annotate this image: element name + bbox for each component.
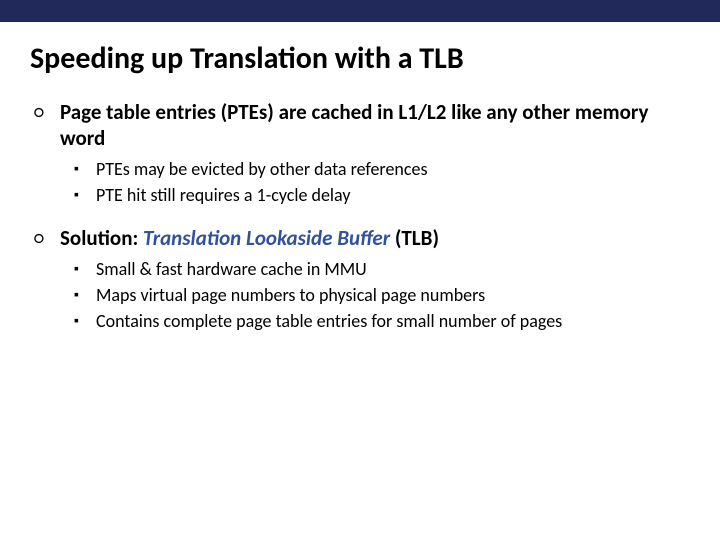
circle-bullet-icon: ○ — [34, 225, 60, 251]
sub-2-2-text: Maps virtual page numbers to physical pa… — [96, 283, 485, 307]
sub-2-2: ▪ Maps virtual page numbers to physical … — [74, 283, 690, 307]
bullet-list: ○ Page table entries (PTEs) are cached i… — [30, 99, 690, 151]
header-bar — [0, 0, 720, 22]
sub-1-1: ▪ PTEs may be evicted by other data refe… — [74, 157, 690, 181]
sub-1-2: ▪ PTE hit still requires a 1-cycle delay — [74, 183, 690, 207]
sub-2-1-text: Small & fast hardware cache in MMU — [96, 257, 367, 281]
square-bullet-icon: ▪ — [74, 283, 96, 307]
bullet-2-suffix: (TLB) — [390, 225, 439, 251]
slide-body: Speeding up Translation with a TLB ○ Pag… — [0, 22, 720, 333]
sub-2-3-text: Contains complete page table entries for… — [96, 309, 562, 333]
sub-1-2-text: PTE hit still requires a 1-cycle delay — [96, 183, 350, 207]
bullet-2-text: Solution: Translation Lookaside Buffer (… — [60, 225, 439, 251]
circle-bullet-icon: ○ — [34, 99, 60, 151]
slide-title: Speeding up Translation with a TLB — [30, 40, 690, 77]
bullet-list-2: ○ Solution: Translation Lookaside Buffer… — [30, 225, 690, 251]
bullet-2-prefix: Solution: — [60, 225, 143, 251]
sublist-2: ▪ Small & fast hardware cache in MMU ▪ M… — [30, 257, 690, 333]
sublist-1: ▪ PTEs may be evicted by other data refe… — [30, 157, 690, 207]
sub-2-1: ▪ Small & fast hardware cache in MMU — [74, 257, 690, 281]
square-bullet-icon: ▪ — [74, 157, 96, 181]
bullet-2-emph: Translation Lookaside Buffer — [143, 225, 390, 251]
bullet-1-text: Page table entries (PTEs) are cached in … — [60, 99, 690, 151]
sub-1-1-text: PTEs may be evicted by other data refere… — [96, 157, 428, 181]
bullet-2: ○ Solution: Translation Lookaside Buffer… — [34, 225, 690, 251]
sub-2-3: ▪ Contains complete page table entries f… — [74, 309, 690, 333]
square-bullet-icon: ▪ — [74, 183, 96, 207]
square-bullet-icon: ▪ — [74, 309, 96, 333]
bullet-1: ○ Page table entries (PTEs) are cached i… — [34, 99, 690, 151]
square-bullet-icon: ▪ — [74, 257, 96, 281]
